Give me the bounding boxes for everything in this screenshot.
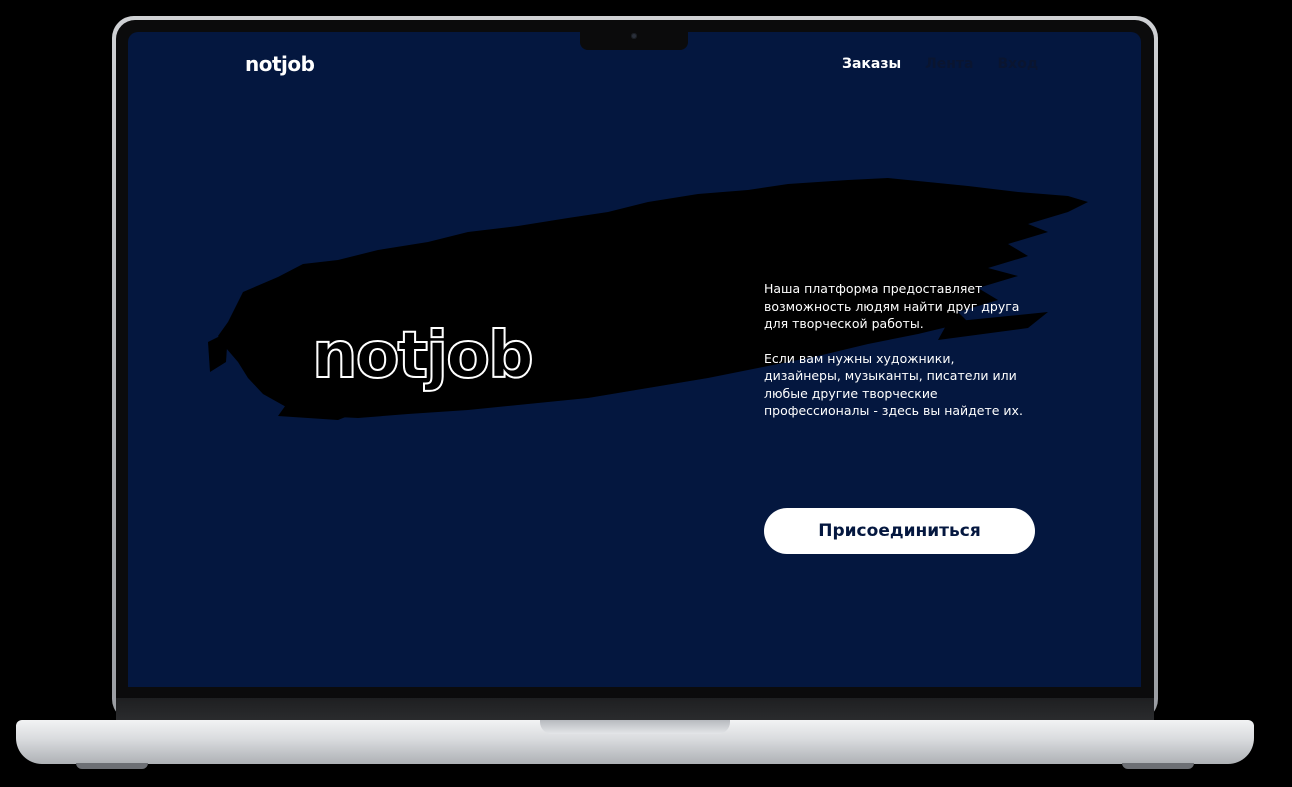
nav-link-orders[interactable]: Заказы — [842, 56, 901, 72]
laptop-foot-left — [76, 763, 148, 769]
site-logo[interactable]: notjob — [245, 52, 315, 76]
nav-link-login[interactable]: Вход — [998, 56, 1039, 72]
laptop-foot-right — [1122, 763, 1194, 769]
main-nav: Заказы Лента Вход — [842, 56, 1038, 72]
screen: notjob Заказы Лента Вход notjob Наша пла… — [128, 32, 1141, 687]
camera-icon — [631, 33, 637, 39]
description-paragraph-2: Если вам нужны художники, дизайнеры, муз… — [764, 350, 1023, 419]
laptop-chin — [116, 698, 1154, 722]
hero-title: notjob — [311, 319, 535, 393]
description-paragraph-1: Наша платформа предоставляет возможность… — [764, 281, 1020, 331]
join-button[interactable]: Присоединиться — [764, 508, 1035, 554]
nav-link-feed[interactable]: Лента — [925, 56, 973, 72]
laptop-base-notch — [540, 720, 730, 734]
hero-description: Наша платформа предоставляет возможность… — [764, 280, 1034, 437]
